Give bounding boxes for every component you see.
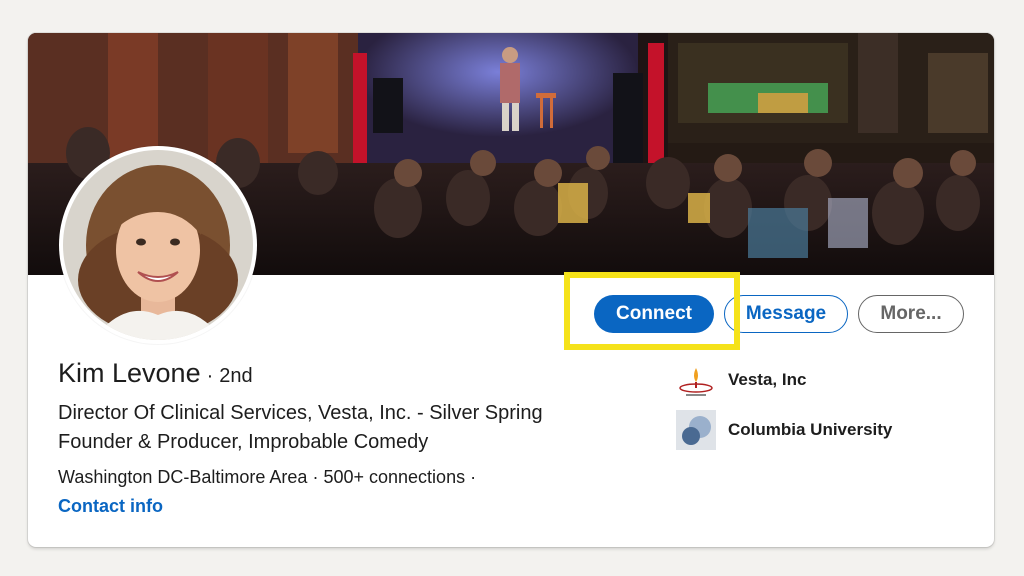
- more-button[interactable]: More...: [858, 295, 964, 333]
- message-button[interactable]: Message: [724, 295, 848, 333]
- headline-line-2: Founder & Producer, Improbable Comedy: [58, 431, 429, 453]
- profile-photo: [63, 150, 253, 340]
- profile-orgs: Vesta, Inc Columbia University: [676, 360, 892, 460]
- org-name-columbia: Columbia University: [728, 420, 893, 439]
- contact-info-link[interactable]: Contact info: [58, 496, 658, 517]
- profile-card: Connect Message More... Kim Levone · 2nd…: [28, 33, 994, 547]
- connections-count[interactable]: 500+ connections: [323, 467, 465, 487]
- profile-actions: Connect Message More...: [594, 295, 964, 333]
- profile-avatar[interactable]: [59, 146, 257, 344]
- connection-degree: 2nd: [219, 365, 253, 387]
- name-line: Kim Levone · 2nd: [58, 358, 658, 389]
- profile-name: Kim Levone: [58, 358, 201, 388]
- headline-line-1: Director Of Clinical Services, Vesta, In…: [58, 402, 543, 424]
- location-separator: ·: [312, 467, 319, 487]
- connect-button[interactable]: Connect: [594, 295, 714, 333]
- connections-separator: ·: [470, 467, 477, 487]
- location: Washington DC-Baltimore Area: [58, 467, 308, 487]
- location-line: Washington DC-Baltimore Area · 500+ conn…: [58, 467, 658, 488]
- degree-separator: ·: [206, 365, 214, 387]
- page: Connect Message More... Kim Levone · 2nd…: [0, 0, 1024, 576]
- columbia-logo-icon: [676, 410, 716, 450]
- org-name-vesta: Vesta, Inc: [728, 370, 807, 389]
- org-item-columbia[interactable]: Columbia University: [676, 410, 892, 450]
- vesta-logo-icon: [676, 360, 716, 400]
- profile-info: Kim Levone · 2nd Director Of Clinical Se…: [58, 358, 658, 517]
- org-item-vesta[interactable]: Vesta, Inc: [676, 360, 892, 400]
